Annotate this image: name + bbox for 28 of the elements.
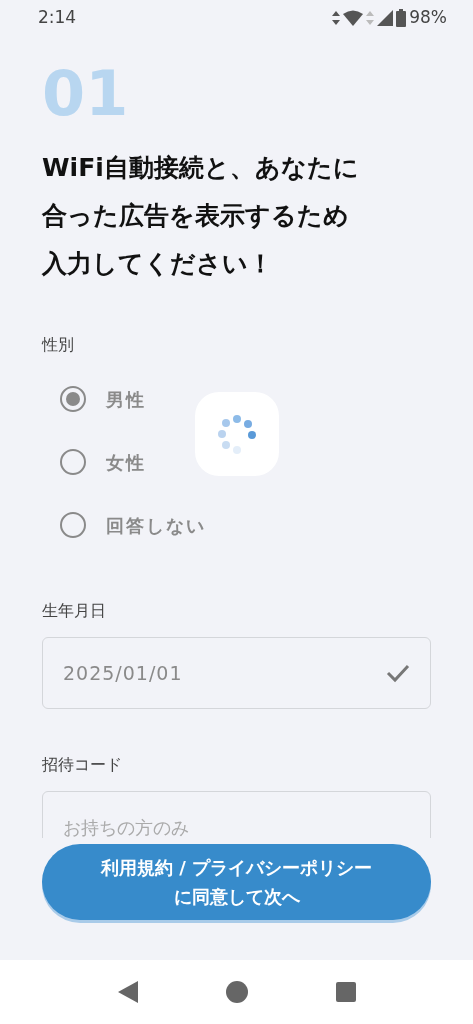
- battery-icon: [396, 9, 407, 27]
- radio-button[interactable]: [60, 449, 86, 475]
- step-number: 01: [42, 58, 129, 130]
- radio-button[interactable]: [60, 386, 86, 412]
- agree-next-button[interactable]: 利用規約 / プライバシーポリシー に同意して次へ: [42, 844, 431, 920]
- field-label: 性別: [42, 334, 74, 356]
- field-label: 招待コード: [42, 754, 122, 776]
- status-time: 2:14: [38, 6, 77, 30]
- radio-label[interactable]: 回答しない: [106, 511, 206, 539]
- date-value: 2025/01/01: [63, 660, 183, 686]
- home-icon[interactable]: [225, 981, 248, 1003]
- battery-percent: 98%: [409, 6, 447, 30]
- radio-label[interactable]: 男性: [106, 385, 146, 413]
- page-heading: 合った広告を表示するため: [42, 200, 349, 232]
- signal-icon: [377, 10, 394, 26]
- wifi-icon: [343, 10, 364, 26]
- data-arrows-icon: [332, 11, 341, 25]
- radio-label[interactable]: 女性: [106, 448, 146, 476]
- back-icon[interactable]: [117, 981, 138, 1003]
- page-heading: WiFi自動接続と、あなたに: [42, 152, 359, 184]
- radio-button[interactable]: [60, 512, 86, 538]
- input-field[interactable]: お持ちの方のみ: [42, 791, 431, 838]
- spinner-icon: [217, 414, 257, 454]
- field-label: 生年月日: [42, 600, 106, 622]
- data-arrows-icon: [366, 11, 375, 25]
- date-field[interactable]: 2025/01/01: [42, 637, 431, 709]
- recents-icon[interactable]: [335, 982, 356, 1002]
- page-heading: 入力してください！: [42, 248, 273, 280]
